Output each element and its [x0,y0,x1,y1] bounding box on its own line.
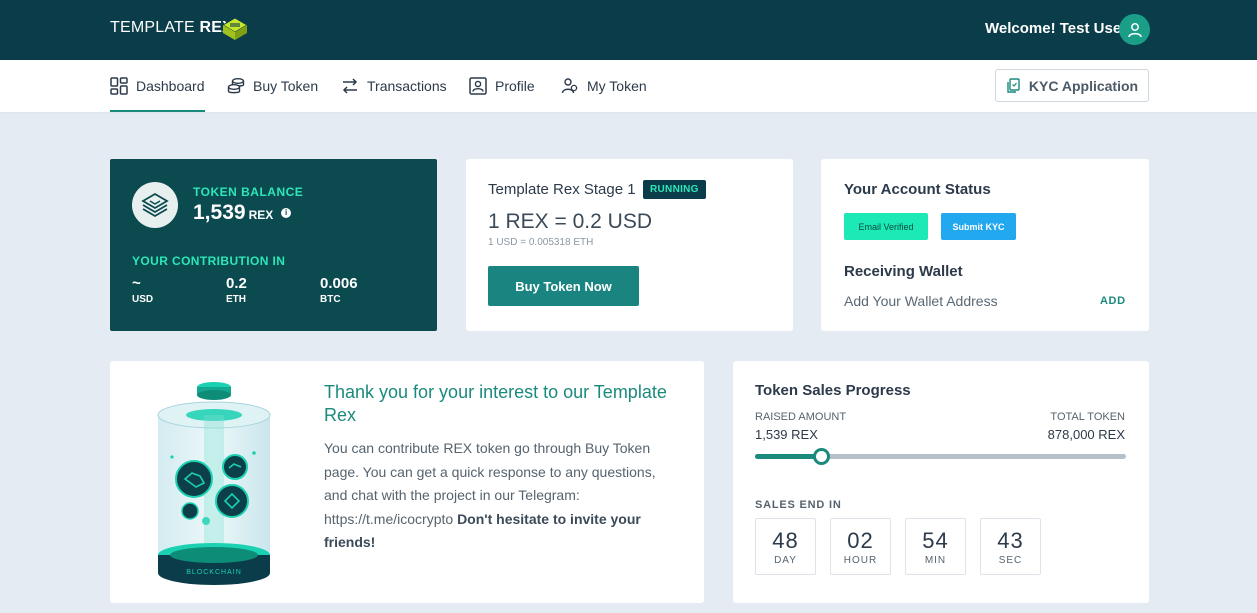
account-status-title: Your Account Status [844,181,991,198]
nav-buy-token[interactable]: Buy Token [227,60,318,112]
countdown-seconds-value: 43 [997,528,1024,553]
nav-dashboard[interactable]: Dashboard [110,60,205,112]
token-balance-label: TOKEN BALANCE [193,185,304,199]
sales-end-label: SALES END IN [755,499,842,511]
contribution-usd-unit: USD [132,294,154,305]
document-icon [1007,78,1020,93]
raised-amount-value: 1,539 REX [755,427,818,442]
brand-name-light: TEMPLATE [110,19,195,36]
email-verified-badge: Email Verified [844,213,928,240]
contribution-label: YOUR CONTRIBUTION IN [132,254,286,268]
token-balance-icon-wrap [132,182,178,228]
token-balance-value: 1,539 REX i [193,201,292,225]
info-title: Thank you for your interest to our Templ… [324,382,667,425]
coins-icon [227,78,245,94]
countdown-minutes-unit: MIN [924,555,947,566]
transfer-icon [342,78,358,94]
stage-title: Template Rex Stage 1 [488,181,636,198]
total-token-label: TOTAL TOKEN [1050,411,1125,423]
receiving-wallet-title: Receiving Wallet [844,263,963,280]
token-balance-unit: REX [248,208,274,222]
raised-amount-label: RAISED AMOUNT [755,411,847,423]
nav-buy-token-label: Buy Token [253,78,319,94]
countdown-timer: 48 DAY 02 HOUR 54 MIN 43 SEC [755,518,1055,575]
progress-bar [755,448,1126,465]
submit-kyc-button[interactable]: Submit KYC [941,213,1016,240]
token-rate-eth: 1 USD = 0.005318 ETH [488,237,594,248]
contribution-usd-value: ~ [132,275,141,292]
user-avatar-button[interactable] [1119,14,1150,45]
countdown-minutes: 54 MIN [905,518,966,575]
welcome-text: Welcome! Test User [985,20,1127,37]
contribution-usd: ~ USD [132,275,153,305]
token-stage-card: Template Rex Stage 1 RUNNING 1 REX = 0.2… [466,159,793,331]
nav-profile[interactable]: Profile [469,60,535,112]
nav-transactions-label: Transactions [367,78,447,94]
countdown-hours-value: 02 [847,528,874,553]
token-rate: 1 REX = 0.2 USD [488,210,652,233]
account-status-card: Your Account Status Email Verified Submi… [821,159,1149,331]
status-badge: RUNNING [643,180,706,199]
info-icon[interactable]: i [281,208,292,219]
buy-token-now-button[interactable]: Buy Token Now [488,266,639,306]
token-balance-amount: 1,539 [193,201,246,224]
dashboard-icon [110,77,128,95]
kyc-application-label: KYC Application [1028,77,1139,94]
top-header: TEMPLATE REX Welcome! Test User [0,0,1257,60]
wallet-address-text: Add Your Wallet Address [844,293,998,309]
nav-profile-label: Profile [495,78,535,94]
brand-logo-icon [222,17,248,40]
contribution-eth: 0.2 ETH [226,275,247,305]
brand-logo-text[interactable]: TEMPLATE REX [110,19,233,37]
contribution-eth-unit: ETH [226,294,246,305]
contribution-btc-unit: BTC [320,294,341,305]
nav-my-token-label: My Token [587,78,647,94]
add-wallet-link[interactable]: ADD [1100,295,1126,307]
contribution-eth-value: 0.2 [226,275,247,292]
countdown-seconds: 43 SEC [980,518,1041,575]
countdown-days-value: 48 [772,528,799,553]
illustration-caption: BLOCKCHAIN [186,569,242,576]
nav-transactions[interactable]: Transactions [341,60,447,112]
token-sales-progress-card: Token Sales Progress RAISED AMOUNT 1,539… [733,361,1149,603]
contribution-btc: 0.006 BTC [320,275,358,305]
nav-dashboard-label: Dashboard [136,78,205,94]
countdown-minutes-value: 54 [922,528,949,553]
contribution-btc-value: 0.006 [320,275,358,292]
progress-bar-fill [755,454,822,459]
blockchain-illustration: BLOCKCHAIN [157,382,271,585]
countdown-hours-unit: HOUR [843,555,878,566]
nav-my-token[interactable]: My Token [561,60,647,112]
progress-knob [812,448,830,465]
profile-icon [469,77,487,95]
progress-title: Token Sales Progress [755,382,911,399]
countdown-hours: 02 HOUR [830,518,891,575]
token-icon [141,192,169,218]
user-icon [1127,22,1142,37]
info-text: You can contribute REX token go through … [324,437,664,555]
countdown-days: 48 DAY [755,518,816,575]
users-icon [561,78,578,94]
welcome-info-card: BLOCKCHAIN Thank you for your interest t… [110,361,704,603]
kyc-application-button[interactable]: KYC Application [995,69,1149,102]
countdown-seconds-unit: SEC [998,555,1023,566]
token-balance-card: TOKEN BALANCE 1,539 REX i YOUR CONTRIBUTI… [110,159,437,331]
countdown-days-unit: DAY [774,555,797,566]
total-token-value: 878,000 REX [1047,427,1125,442]
